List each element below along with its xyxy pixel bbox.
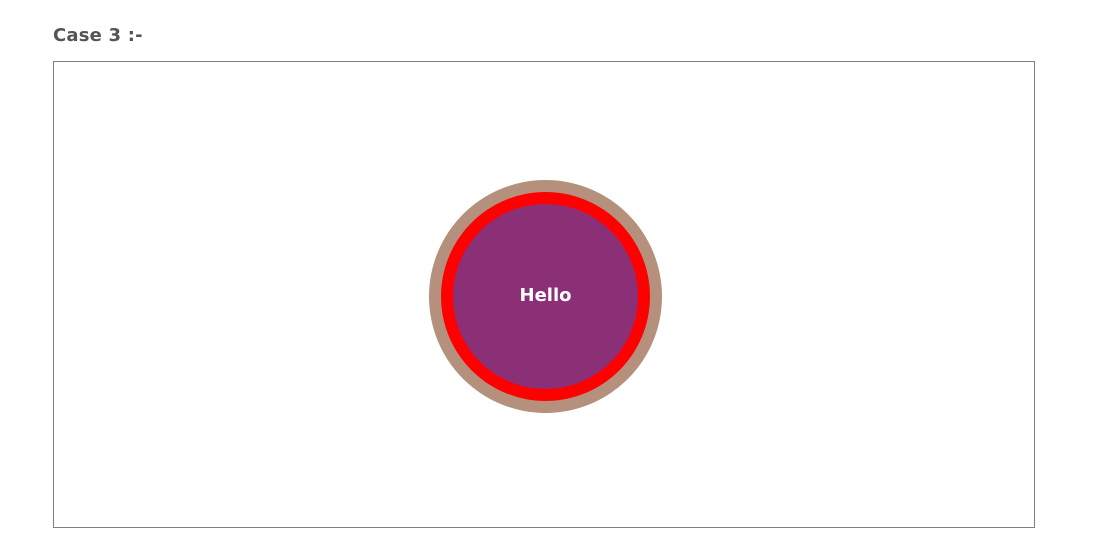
demo-frame: Hello — [53, 61, 1035, 528]
outer-ring: Hello — [429, 180, 662, 413]
case-heading: Case 3 :- — [53, 25, 143, 46]
red-ring: Hello — [441, 192, 650, 401]
hello-label: Hello — [519, 284, 572, 306]
page-root: Case 3 :- Hello — [0, 0, 1100, 559]
hello-circle: Hello — [453, 204, 638, 389]
